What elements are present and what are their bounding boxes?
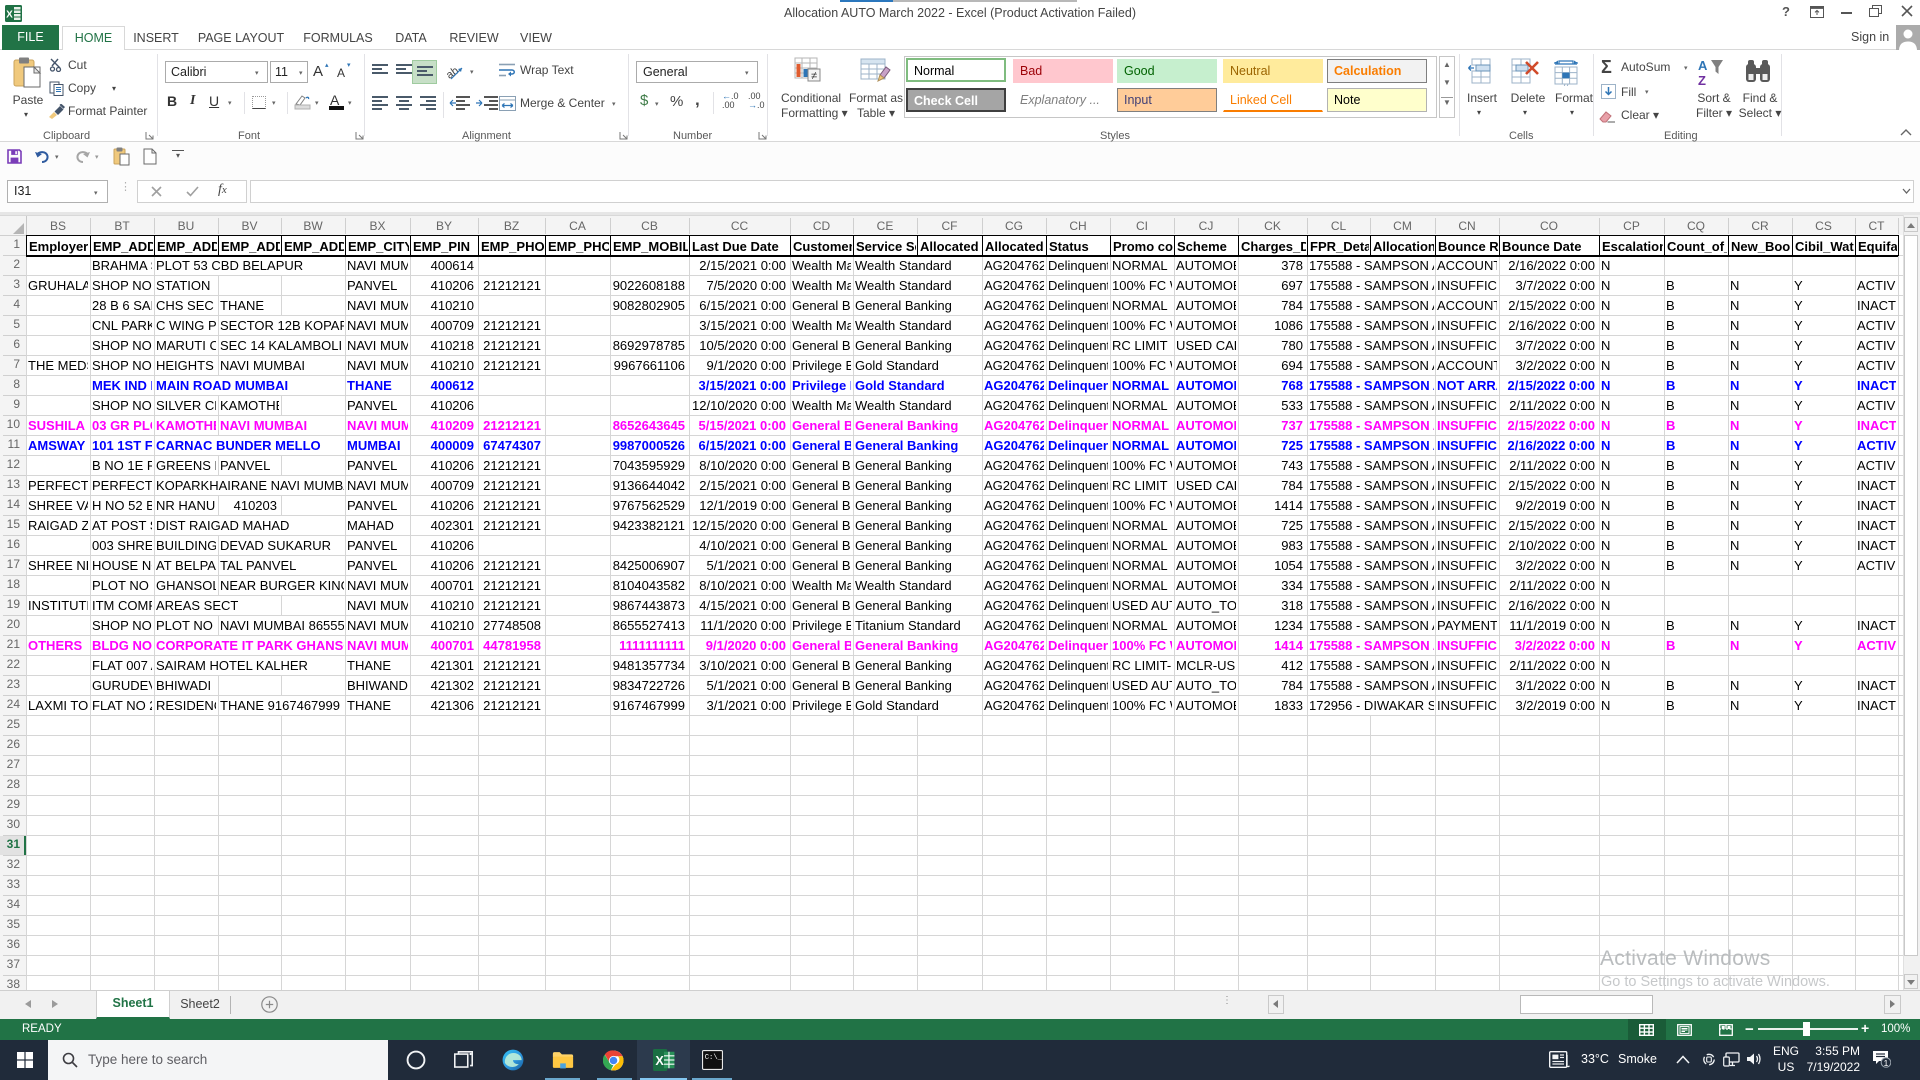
svg-text:Z: Z (1698, 73, 1706, 88)
svg-text:ab: ab (447, 65, 461, 82)
svg-text:1: 1 (1884, 1058, 1889, 1068)
svg-text:C:\_: C:\_ (705, 1054, 723, 1062)
svg-text:≠: ≠ (811, 70, 817, 82)
svg-text:X: X (655, 1054, 664, 1068)
svg-text:A: A (1698, 58, 1708, 73)
svg-text:X: X (6, 10, 13, 21)
